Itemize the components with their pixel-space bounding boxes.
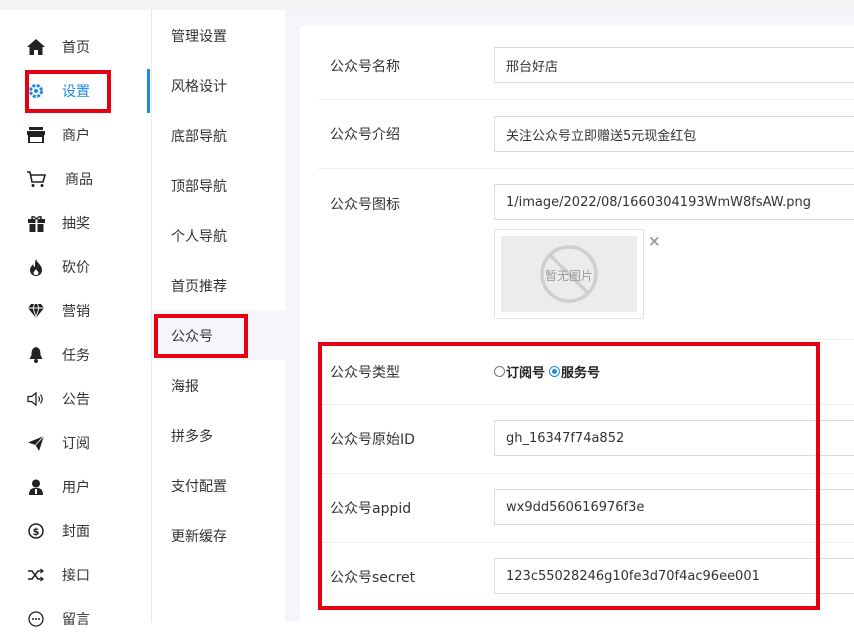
subnav-label: 管理设置: [171, 29, 227, 45]
nav-label: 首页: [62, 40, 90, 56]
nav-item-task[interactable]: 任务: [0, 333, 151, 377]
nav-label: 商品: [65, 172, 93, 188]
send-icon: [26, 433, 46, 453]
name-input[interactable]: 邢台好店: [494, 47, 854, 83]
nav-item-home[interactable]: 首页: [0, 25, 151, 69]
fire-icon: [26, 257, 46, 277]
nav-item-user[interactable]: 用户: [0, 465, 151, 509]
icon-label: 公众号图标: [330, 197, 400, 213]
nav-item-merchant[interactable]: 商户: [0, 113, 151, 157]
subnav-item-poster[interactable]: 海报: [152, 360, 285, 410]
comment-icon: [26, 609, 46, 629]
nav-label: 接口: [62, 568, 90, 584]
subnav-label: 支付配置: [171, 479, 227, 495]
nav-item-marketing[interactable]: 营销: [0, 289, 151, 333]
icon-path-value: 1/image/2022/08/1660304193WmW8fsAW.png: [506, 194, 812, 210]
subnav-item-clear-cache[interactable]: 更新缓存: [152, 510, 285, 560]
name-label: 公众号名称: [330, 59, 400, 75]
no-image-text: 暂无图片: [545, 269, 594, 283]
subnav-label: 底部导航: [171, 129, 227, 145]
dollar-circle-icon: $: [26, 521, 46, 541]
subnav-item-admin-settings[interactable]: 管理设置: [152, 10, 285, 60]
nav-label: 用户: [62, 480, 90, 496]
nav-label: 砍价: [62, 260, 90, 276]
subnav-label: 更新缓存: [171, 529, 227, 545]
nav-label: 营销: [62, 304, 90, 320]
subnav-item-payment[interactable]: 支付配置: [152, 460, 285, 510]
nav-item-lottery[interactable]: 抽奖: [0, 201, 151, 245]
bell-icon: [26, 345, 46, 365]
official-account-highlight-box: [154, 314, 248, 358]
shuffle-icon: [26, 565, 46, 585]
subnav-label: 首页推荐: [171, 279, 227, 295]
icon-path-input[interactable]: 1/image/2022/08/1660304193WmW8fsAW.png: [494, 184, 854, 220]
intro-input[interactable]: 关注公众号立即赠送5元现金红包: [494, 116, 854, 152]
nav-label: 商户: [62, 128, 90, 144]
diamond-icon: [26, 301, 46, 321]
nav-label: 公告: [62, 392, 90, 408]
subnav-item-bottom-nav[interactable]: 底部导航: [152, 110, 285, 160]
settings-highlight-box: [25, 70, 111, 113]
active-indicator: [147, 69, 150, 113]
nav-item-message[interactable]: 留言: [0, 597, 151, 641]
remove-image-icon[interactable]: ×: [648, 232, 661, 250]
nav-label: 留言: [62, 612, 90, 628]
icon-preview[interactable]: 暂无图片: [494, 229, 644, 319]
nav-label: 任务: [62, 348, 90, 364]
name-value: 邢台好店: [506, 59, 559, 75]
subnav-label: 拼多多: [171, 429, 213, 445]
nav-item-goods[interactable]: 商品: [0, 157, 151, 201]
gift-icon: [26, 213, 46, 233]
subnav-item-personal-nav[interactable]: 个人导航: [152, 210, 285, 260]
subnav-item-pinduoduo[interactable]: 拼多多: [152, 410, 285, 460]
subnav-label: 个人导航: [171, 229, 227, 245]
nav-item-notice[interactable]: 公告: [0, 377, 151, 421]
subnav-item-home-recommend[interactable]: 首页推荐: [152, 260, 285, 310]
subnav-label: 风格设计: [171, 79, 227, 95]
account-credentials-highlight-box: [318, 342, 820, 610]
speaker-icon: [26, 389, 46, 409]
cart-icon: [26, 169, 46, 189]
nav-label: 封面: [62, 524, 90, 540]
store-icon: [26, 125, 46, 145]
user-icon: [26, 477, 46, 497]
top-bar: [0, 0, 854, 10]
nav-item-subscribe[interactable]: 订阅: [0, 421, 151, 465]
nav-item-cover[interactable]: $ 封面: [0, 509, 151, 553]
nav-item-bargain[interactable]: 砍价: [0, 245, 151, 289]
home-icon: [26, 37, 46, 57]
subnav-item-style[interactable]: 风格设计: [152, 60, 285, 110]
nav-item-api[interactable]: 接口: [0, 553, 151, 597]
nav-label: 订阅: [62, 436, 90, 452]
subnav-label: 海报: [171, 379, 199, 395]
nav-label: 抽奖: [62, 216, 90, 232]
intro-label: 公众号介绍: [330, 127, 400, 143]
no-image-placeholder: 暂无图片: [501, 236, 637, 312]
subnav-item-top-nav[interactable]: 顶部导航: [152, 160, 285, 210]
subnav-label: 顶部导航: [171, 179, 227, 195]
intro-value: 关注公众号立即赠送5元现金红包: [506, 128, 697, 144]
svg-text:$: $: [33, 527, 40, 538]
